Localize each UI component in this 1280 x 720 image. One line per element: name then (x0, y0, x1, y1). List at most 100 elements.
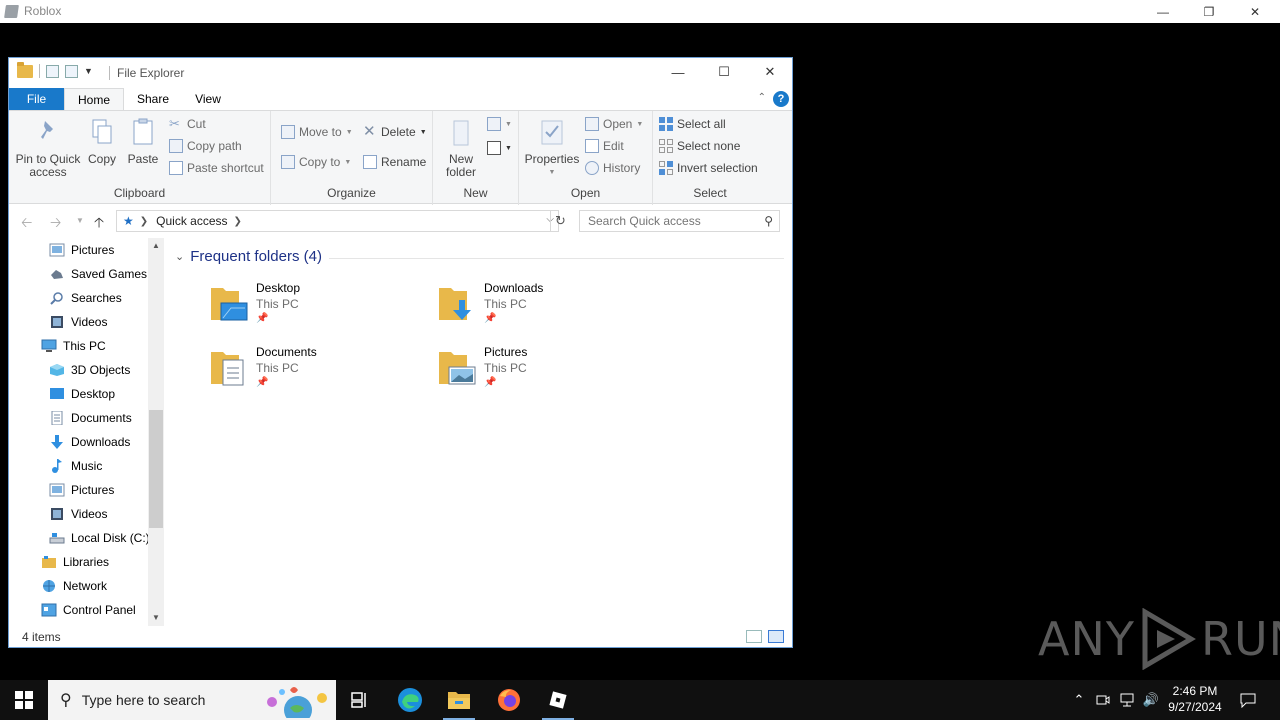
open-button[interactable]: Open ▼ (585, 117, 643, 131)
properties-button[interactable]: Properties ▼ (521, 117, 583, 179)
start-button[interactable] (0, 680, 48, 720)
folder-tile-documents[interactable]: Documents This PC 📌 (209, 342, 429, 400)
nav-item-documents[interactable]: Documents (49, 406, 132, 430)
folder-tile-pictures[interactable]: Pictures This PC 📌 (437, 342, 657, 400)
notifications-button[interactable] (1236, 680, 1260, 720)
tab-home[interactable]: Home (64, 88, 124, 111)
volume-icon[interactable]: 🔊 (1140, 680, 1162, 720)
breadcrumb-chevron-icon[interactable]: ❯ (140, 216, 148, 227)
tab-file[interactable]: File (9, 88, 64, 111)
nav-scrollbar[interactable]: ▲ ▼ (148, 238, 164, 626)
easy-access-icon (487, 141, 501, 155)
nav-item-videos-2[interactable]: Videos (49, 502, 107, 526)
minimize-button[interactable]: — (655, 58, 701, 86)
show-hidden-icons[interactable]: ⌃ (1068, 680, 1090, 720)
network-tray-icon[interactable] (1116, 680, 1138, 720)
nav-item-libraries[interactable]: Libraries (41, 550, 109, 574)
taskbar-search-box[interactable]: ⚲ Type here to search (48, 680, 336, 720)
rename-button[interactable]: Rename (363, 155, 426, 169)
copy-to-button[interactable]: Copy to ▼ (281, 155, 351, 169)
recent-locations-icon[interactable]: ▼ (76, 216, 84, 225)
paste-icon (133, 118, 153, 145)
up-arrow-icon[interactable]: 🡡 (94, 212, 104, 236)
search-box[interactable]: ⚲ (579, 210, 780, 232)
back-arrow-icon[interactable]: 🡠 (21, 212, 32, 236)
breadcrumb-chevron-end-icon[interactable]: ❯ (234, 216, 242, 227)
roblox-taskbar-button[interactable] (534, 680, 582, 720)
details-view-icon[interactable] (746, 630, 762, 643)
edge-taskbar-button[interactable] (386, 680, 434, 720)
new-folder-button[interactable]: New folder (441, 117, 481, 179)
firefox-icon (498, 689, 520, 711)
tab-share[interactable]: Share (129, 88, 177, 111)
folder-tile-downloads[interactable]: Downloads This PC 📌 (437, 278, 657, 336)
scroll-down-icon[interactable]: ▼ (148, 610, 164, 626)
system-clock[interactable]: 2:46 PM 9/27/2024 (1160, 683, 1230, 715)
close-button[interactable]: ✕ (747, 58, 793, 86)
pin-icon: 📌 (256, 313, 269, 324)
nav-item-saved-games[interactable]: Saved Games (49, 262, 147, 286)
paste-button[interactable]: Paste (125, 117, 161, 166)
delete-icon: ✕ (363, 123, 376, 140)
play-logo-icon (1142, 608, 1196, 670)
scroll-up-icon[interactable]: ▲ (148, 238, 164, 254)
new-folder-qat-icon[interactable] (65, 64, 78, 78)
history-button[interactable]: History (585, 161, 640, 175)
nav-item-3d-objects[interactable]: 3D Objects (49, 358, 130, 382)
frequent-folders-header[interactable]: ⌄ Frequent folders (4) (175, 248, 322, 265)
nav-item-local-disk[interactable]: Local Disk (C:) (49, 526, 150, 550)
nav-item-videos[interactable]: Videos (49, 310, 107, 334)
copy-button[interactable]: Copy (85, 117, 119, 166)
pin-icon: 📌 (484, 377, 497, 388)
properties-qat-icon[interactable] (46, 64, 59, 78)
firefox-taskbar-button[interactable] (485, 680, 533, 720)
roblox-close-button[interactable]: ✕ (1232, 0, 1278, 23)
nav-item-this-pc[interactable]: This PC (41, 334, 106, 358)
cut-button[interactable]: ✂ Cut (169, 117, 206, 132)
move-to-button[interactable]: Move to ▼ (281, 125, 353, 139)
nav-item-network[interactable]: Network (41, 574, 107, 598)
copy-path-button[interactable]: Copy path (169, 139, 242, 153)
forward-arrow-icon[interactable]: 🡢 (50, 212, 61, 236)
maximize-button[interactable]: ☐ (701, 58, 747, 86)
nav-item-control-panel[interactable]: Control Panel (41, 598, 136, 622)
file-explorer-taskbar-button[interactable] (435, 680, 483, 720)
nav-item-pictures-2[interactable]: Pictures (49, 478, 114, 502)
pin-to-quick-access-button[interactable]: Pin to Quick access (15, 117, 81, 179)
history-icon (585, 161, 599, 175)
large-icons-view-icon[interactable] (768, 630, 784, 643)
easy-access-button[interactable]: ▼ (487, 141, 512, 155)
new-item-button[interactable]: ▼ (487, 117, 512, 131)
roblox-minimize-button[interactable]: — (1140, 0, 1186, 23)
task-view-button[interactable] (336, 680, 384, 720)
select-all-button[interactable]: Select all (659, 117, 726, 131)
refresh-icon[interactable]: ↻ (550, 211, 570, 231)
address-bar[interactable]: ★ ❯ Quick access ❯ ⌵ (116, 210, 559, 232)
tab-view[interactable]: View (183, 88, 233, 111)
nav-item-label: This PC (63, 339, 106, 353)
nav-item-music[interactable]: Music (49, 454, 102, 478)
paste-shortcut-icon (169, 161, 183, 175)
roblox-restore-button[interactable]: ❐ (1186, 0, 1232, 23)
delete-button[interactable]: ✕ Delete ▼ (363, 123, 427, 140)
qat-customize-icon[interactable]: ▼ (84, 66, 93, 76)
rename-label: Rename (381, 155, 427, 169)
roblox-title: Roblox (24, 4, 62, 18)
nav-item-downloads[interactable]: Downloads (49, 430, 130, 454)
breadcrumb-quick-access[interactable]: Quick access (156, 214, 227, 228)
help-icon[interactable]: ? (773, 91, 789, 107)
edit-button[interactable]: Edit (585, 139, 624, 153)
folder-tile-desktop[interactable]: Desktop This PC 📌 (209, 278, 429, 336)
scroll-thumb[interactable] (149, 410, 163, 528)
nav-item-pictures[interactable]: Pictures (49, 238, 114, 262)
saved-games-icon (51, 270, 63, 279)
new-item-icon (487, 117, 501, 131)
paste-shortcut-button[interactable]: Paste shortcut (169, 161, 264, 175)
invert-selection-button[interactable]: Invert selection (659, 161, 758, 175)
minimize-ribbon-icon[interactable]: ⌃ (758, 92, 766, 103)
meet-now-icon[interactable] (1092, 680, 1114, 720)
search-input[interactable] (588, 214, 758, 228)
nav-item-searches[interactable]: Searches (49, 286, 122, 310)
nav-item-desktop[interactable]: Desktop (49, 382, 115, 406)
select-none-button[interactable]: Select none (659, 139, 740, 153)
